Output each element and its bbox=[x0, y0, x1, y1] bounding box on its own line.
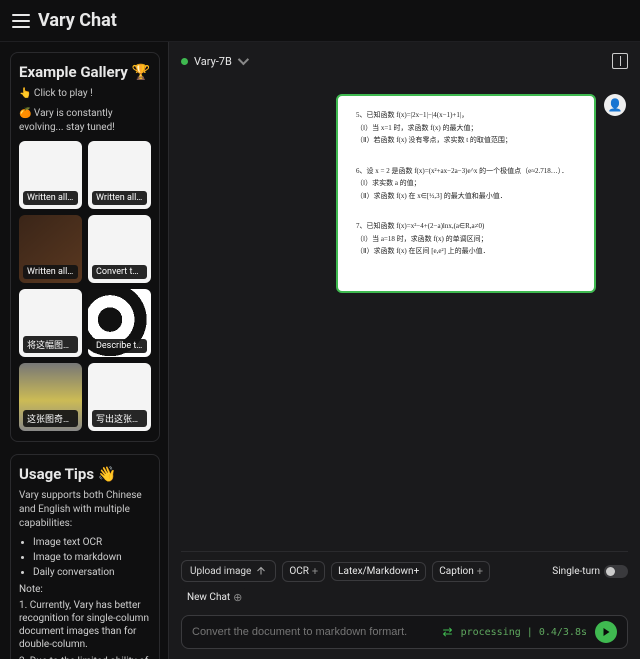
app-title: Vary Chat bbox=[38, 10, 117, 31]
model-selector[interactable]: Vary-7B bbox=[181, 55, 246, 68]
uploaded-image[interactable]: 5、已知函数 f(x)=|2x−1|−|4(x−1)+1|， （Ⅰ）当 x=1 … bbox=[336, 94, 596, 293]
usage-tips: Usage Tips 👋 Vary supports both Chinese … bbox=[10, 454, 160, 659]
upload-icon bbox=[255, 565, 267, 577]
gallery-caption: 这张图奇怪… bbox=[23, 410, 78, 427]
doc-line: （Ⅱ）求函数 f(x) 在 x∈[½,3] 的最大值和最小值． bbox=[356, 191, 576, 202]
latex-chip[interactable]: Latex/Markdown+ bbox=[331, 562, 426, 581]
doc-line: 5、已知函数 f(x)=|2x−1|−|4(x−1)+1|， bbox=[356, 110, 576, 121]
chevron-down-icon bbox=[238, 54, 249, 65]
plus-icon: + bbox=[477, 565, 483, 578]
tips-note-2: 2. Due to the limited ability of front-e… bbox=[19, 655, 151, 659]
chat-area: Vary-7B 5、已知函数 f(x)=|2x−1|−|4(x−1)+1|， （… bbox=[168, 42, 640, 659]
ocr-chip[interactable]: OCR+ bbox=[282, 561, 325, 582]
gallery-caption: 写出这张图… bbox=[92, 410, 147, 427]
single-turn-toggle[interactable] bbox=[604, 565, 628, 578]
gallery-title: Example Gallery 🏆 bbox=[19, 63, 151, 81]
gallery-caption: Describe t… bbox=[92, 339, 147, 353]
layout-icon[interactable] bbox=[612, 53, 628, 69]
upload-image-button[interactable]: Upload image bbox=[181, 560, 276, 582]
doc-line: （Ⅰ）当 a=18 时，求函数 f(x) 的单调区间； bbox=[356, 234, 576, 245]
doc-line: 6、设 x = 2 是函数 f(x)=(x²+ax−2a−3)e^x 的一个极值… bbox=[356, 166, 576, 177]
gallery-item[interactable]: 这张图奇怪… bbox=[19, 363, 82, 431]
gallery-item[interactable]: 将这幅图片… bbox=[19, 289, 82, 357]
status-dot-icon bbox=[181, 58, 188, 65]
gallery-item[interactable]: Convert th… bbox=[88, 215, 151, 283]
gallery-subtext-evolving: 🍊 Vary is constantly evolving... stay tu… bbox=[19, 107, 151, 135]
tip-item: Image text OCR bbox=[33, 537, 151, 548]
user-message: 5、已知函数 f(x)=|2x−1|−|4(x−1)+1|， （Ⅰ）当 x=1 … bbox=[183, 94, 626, 293]
message-input[interactable] bbox=[192, 626, 435, 638]
swap-icon[interactable]: ⇄ bbox=[443, 625, 453, 639]
doc-line: （Ⅰ）当 x=1 时，求函数 f(x) 的最大值； bbox=[356, 123, 576, 134]
send-button[interactable] bbox=[595, 621, 617, 643]
example-gallery: Example Gallery 🏆 👆 Click to play ! 🍊 Va… bbox=[10, 52, 160, 442]
gallery-item[interactable]: Written all … bbox=[19, 215, 82, 283]
tip-item: Daily conversation bbox=[33, 567, 151, 578]
single-turn-label: Single-turn bbox=[552, 566, 600, 577]
plus-icon: + bbox=[312, 565, 318, 578]
gallery-subtext-play: 👆 Click to play ! bbox=[19, 87, 151, 101]
doc-line: （Ⅰ）求实数 a 的值； bbox=[356, 178, 576, 189]
menu-icon[interactable] bbox=[12, 14, 30, 28]
doc-line: （Ⅱ）若函数 f(x) 没有零点，求实数 t 的取值范围； bbox=[356, 135, 576, 146]
sidebar: Example Gallery 🏆 👆 Click to play ! 🍊 Va… bbox=[0, 42, 168, 659]
gallery-item[interactable]: Written all … bbox=[19, 141, 82, 209]
gallery-caption: 将这幅图片… bbox=[23, 336, 78, 353]
tips-note-1: 1. Currently, Vary has better recognitio… bbox=[19, 599, 151, 651]
gallery-caption: Convert th… bbox=[92, 265, 147, 279]
gallery-item[interactable]: Written all … bbox=[88, 141, 151, 209]
doc-line: 7、已知函数 f(x)=x²−4+(2−a)lnx,(a∈R,a≠0) bbox=[356, 221, 576, 232]
new-chat-button[interactable]: New Chat ⊕ bbox=[181, 588, 248, 607]
gallery-caption: Written all … bbox=[92, 191, 147, 205]
tips-title: Usage Tips 👋 bbox=[19, 465, 151, 483]
processing-status: processing | 0.4/3.8s bbox=[461, 627, 587, 638]
user-avatar: 👤 bbox=[604, 94, 626, 116]
gallery-item[interactable]: 写出这张图… bbox=[88, 363, 151, 431]
gallery-item[interactable]: Describe t… bbox=[88, 289, 151, 357]
tips-intro: Vary supports both Chinese and English w… bbox=[19, 489, 151, 531]
play-icon bbox=[600, 626, 612, 638]
plus-circle-icon: ⊕ bbox=[233, 591, 242, 604]
caption-chip[interactable]: Caption+ bbox=[432, 561, 490, 582]
tips-note-label: Note: bbox=[19, 584, 151, 595]
model-name: Vary-7B bbox=[194, 55, 232, 68]
upload-label: Upload image bbox=[190, 566, 251, 577]
tip-item: Image to markdown bbox=[33, 552, 151, 563]
gallery-caption: Written all … bbox=[23, 265, 78, 279]
gallery-caption: Written all … bbox=[23, 191, 78, 205]
doc-line: （Ⅱ）求函数 f(x) 在区间 [e,e²] 上的最小值． bbox=[356, 246, 576, 257]
